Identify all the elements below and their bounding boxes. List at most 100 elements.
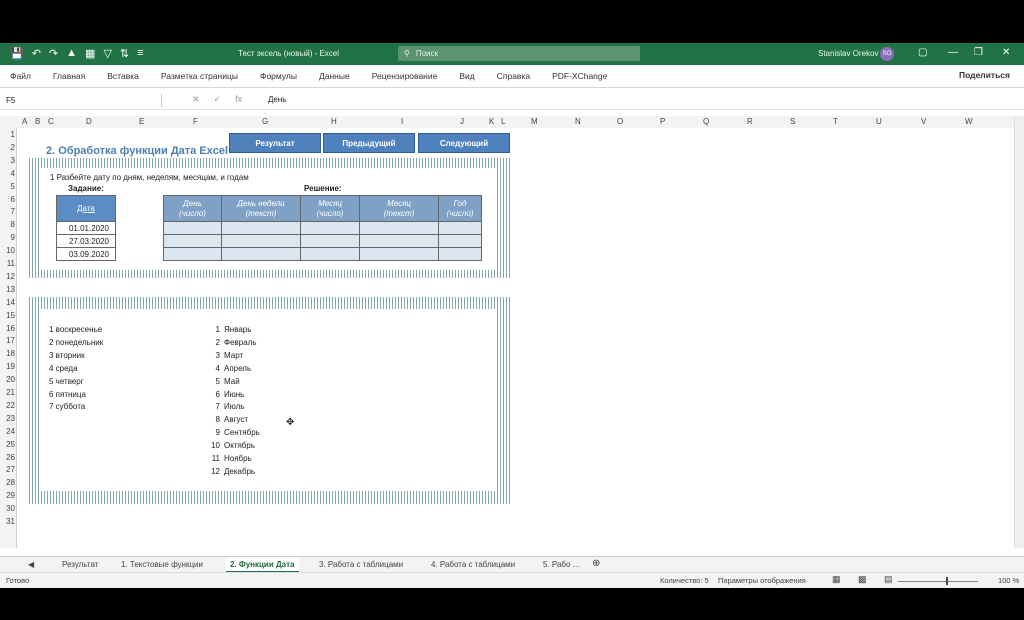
row-header[interactable]: 21 (0, 388, 15, 397)
date-cell[interactable]: 03.09.2020 (56, 247, 116, 261)
row-header[interactable]: 26 (0, 453, 15, 462)
ribbon-tab-review[interactable]: Рецензирование (372, 71, 438, 81)
row-header[interactable]: 29 (0, 491, 15, 500)
redo-icon[interactable]: ↷ (49, 47, 58, 60)
column-header[interactable]: E (139, 117, 144, 126)
sheet-tab[interactable]: 5. Рабо ... (543, 560, 579, 569)
display-settings[interactable]: Параметры отображения (718, 576, 806, 585)
column-header[interactable]: O (617, 117, 623, 126)
fx-icon[interactable]: fx (235, 94, 242, 105)
confirm-icon[interactable]: ✓ (214, 94, 222, 105)
sort-icon[interactable]: ⇅ (120, 47, 129, 60)
solution-cell[interactable] (300, 234, 360, 248)
solution-cell[interactable] (300, 221, 360, 235)
formula-input[interactable]: День (268, 95, 286, 104)
row-header[interactable]: 23 (0, 414, 15, 423)
row-header[interactable]: 24 (0, 427, 15, 436)
solution-cell[interactable] (438, 234, 482, 248)
column-header[interactable]: S (790, 117, 795, 126)
solution-cell[interactable] (163, 247, 222, 261)
page-layout-icon[interactable]: ▩ (858, 574, 867, 585)
sheet-tab[interactable]: Результат (62, 560, 98, 569)
user-name[interactable]: Stanislav Orekov (818, 49, 878, 58)
solution-header[interactable]: Год (число) (438, 195, 482, 222)
ribbon-tab-formulas[interactable]: Формулы (260, 71, 297, 81)
fill-color-icon[interactable]: ▲ (66, 47, 77, 60)
row-header[interactable]: 27 (0, 465, 15, 474)
add-sheet-icon[interactable]: ⊕ (592, 558, 600, 569)
zoom-level[interactable]: 100 % (998, 576, 1019, 585)
search-box[interactable]: ⚲ Поиск (398, 46, 640, 61)
format-icon[interactable]: ▦ (85, 47, 95, 60)
column-header[interactable]: N (575, 117, 581, 126)
row-header[interactable]: 13 (0, 285, 15, 294)
ribbon-tab-pdf[interactable]: PDF-XChange (552, 71, 607, 81)
row-header[interactable]: 9 (0, 233, 15, 242)
column-header[interactable]: B (35, 117, 40, 126)
row-header[interactable]: 31 (0, 517, 15, 526)
date-cell[interactable]: 01.01.2020 (56, 221, 116, 235)
column-header[interactable]: A (22, 117, 27, 126)
solution-cell[interactable] (163, 221, 222, 235)
solution-header[interactable]: День (число) (163, 195, 222, 222)
ribbon-tab-data[interactable]: Данные (319, 71, 350, 81)
row-header[interactable]: 18 (0, 349, 15, 358)
column-header[interactable]: K (489, 117, 494, 126)
sheet-tab[interactable]: 3. Работа с таблицами (319, 560, 403, 569)
row-header[interactable]: 8 (0, 220, 15, 229)
ribbon-tab-insert[interactable]: Вставка (107, 71, 139, 81)
row-header[interactable]: 2 (0, 143, 15, 152)
sheet-tab[interactable]: 4. Работа с таблицами (431, 560, 515, 569)
row-header[interactable]: 12 (0, 272, 15, 281)
column-header[interactable]: L (501, 117, 505, 126)
next-button[interactable]: Следующий (418, 133, 510, 153)
solution-cell[interactable] (300, 247, 360, 261)
solution-header[interactable]: День недели (текст) (221, 195, 301, 222)
row-header[interactable]: 10 (0, 246, 15, 255)
cancel-icon[interactable]: ✕ (192, 94, 200, 105)
column-header[interactable]: P (660, 117, 665, 126)
ribbon-tab-help[interactable]: Справка (497, 71, 530, 81)
name-box[interactable]: F5 (4, 94, 162, 107)
ribbon-tab-page-layout[interactable]: Разметка страницы (161, 71, 238, 81)
column-header[interactable]: F (193, 117, 198, 126)
row-header[interactable]: 1 (0, 130, 15, 139)
row-header[interactable]: 14 (0, 298, 15, 307)
result-button[interactable]: Результат (229, 133, 321, 153)
vertical-scrollbar[interactable] (1014, 116, 1024, 548)
row-header[interactable]: 25 (0, 440, 15, 449)
row-header[interactable]: 16 (0, 324, 15, 333)
row-header[interactable]: 17 (0, 336, 15, 345)
customize-icon[interactable]: ≡ (137, 47, 143, 60)
zoom-slider[interactable] (898, 581, 978, 582)
solution-header[interactable]: Месяц (текст) (359, 195, 439, 222)
row-header[interactable]: 3 (0, 156, 15, 165)
column-header[interactable]: T (833, 117, 838, 126)
avatar[interactable]: SO (880, 47, 894, 61)
row-header[interactable]: 4 (0, 169, 15, 178)
minimize-icon[interactable]: — (948, 47, 958, 58)
row-header[interactable]: 19 (0, 362, 15, 371)
undo-icon[interactable]: ↶ (32, 47, 41, 60)
maximize-icon[interactable]: ❐ (974, 47, 983, 58)
tab-scroll-icon[interactable]: ◀ (28, 560, 34, 569)
date-cell[interactable]: 27.03.2020 (56, 234, 116, 248)
ribbon-tab-view[interactable]: Вид (459, 71, 474, 81)
filter-icon[interactable]: ▽ (103, 47, 111, 60)
solution-cell[interactable] (221, 247, 301, 261)
solution-cell[interactable] (359, 221, 439, 235)
column-header[interactable]: V (921, 117, 926, 126)
page-break-icon[interactable]: ▤ (884, 574, 893, 585)
row-header[interactable]: 7 (0, 207, 15, 216)
solution-cell[interactable] (221, 221, 301, 235)
row-header[interactable]: 5 (0, 182, 15, 191)
zoom-thumb[interactable] (946, 577, 948, 585)
row-header[interactable]: 11 (0, 259, 15, 268)
column-header[interactable]: M (531, 117, 538, 126)
share-button[interactable]: Поделиться (959, 70, 1010, 80)
column-header[interactable]: D (86, 117, 92, 126)
row-header[interactable]: 6 (0, 195, 15, 204)
solution-cell[interactable] (221, 234, 301, 248)
column-header[interactable]: I (401, 117, 403, 126)
row-header[interactable]: 22 (0, 401, 15, 410)
